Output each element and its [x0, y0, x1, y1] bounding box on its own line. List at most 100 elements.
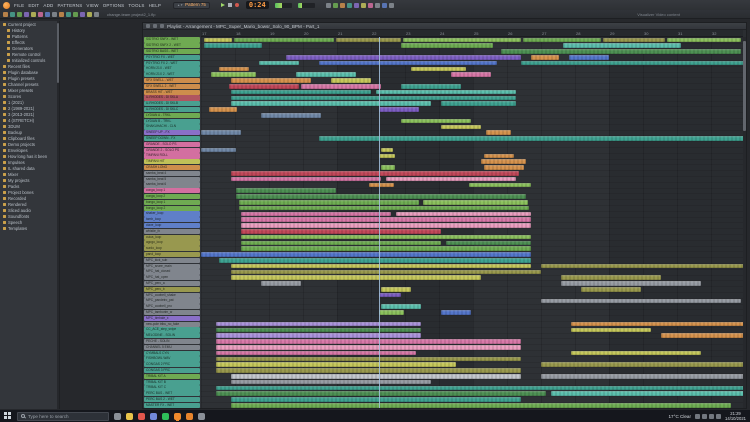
- playlist-clip[interactable]: [259, 61, 299, 66]
- track-header[interactable]: BRASS HIT - WET: [144, 90, 200, 95]
- playlist-clip[interactable]: [541, 264, 743, 269]
- playlist-clip[interactable]: [319, 136, 743, 141]
- track-header[interactable]: HORN 21X - WET: [144, 66, 200, 71]
- track-header[interactable]: SIDTRIO SNFX - WET: [144, 37, 200, 42]
- playlist-clip[interactable]: [369, 183, 394, 188]
- channel-rack-icon[interactable]: [333, 3, 338, 8]
- playlist-clip[interactable]: [216, 339, 521, 344]
- menu-edit[interactable]: EDIT: [27, 3, 40, 8]
- playlist-clip[interactable]: [379, 107, 419, 112]
- playlist-clip[interactable]: [441, 125, 481, 130]
- mixer-icon[interactable]: [326, 3, 331, 8]
- playlist-clip[interactable]: [441, 310, 471, 315]
- track-header[interactable]: whistle_fx: [144, 229, 200, 234]
- record-arm-icon[interactable]: [80, 12, 85, 17]
- track-header[interactable]: MPC_pandeiro_pat: [144, 298, 200, 303]
- playlist-clip[interactable]: [581, 287, 641, 292]
- playlist-clip[interactable]: [381, 304, 421, 309]
- playlist-clip[interactable]: [231, 90, 371, 95]
- playlist-menu-icon[interactable]: [146, 24, 150, 28]
- playlist-clip[interactable]: [563, 43, 681, 48]
- playlist-titlebar[interactable]: Playlist - Arrangement - MPC_Super_Mario…: [143, 23, 746, 30]
- playlist-clip[interactable]: [209, 107, 237, 112]
- playlist-clip[interactable]: [231, 101, 431, 106]
- track-header[interactable]: U-RHODES - DI SKLA: [144, 95, 200, 100]
- track-header[interactable]: LYDIAN B - TRKL: [144, 119, 200, 124]
- menu-options[interactable]: OPTIONS: [102, 3, 126, 8]
- playlist-clip[interactable]: [231, 177, 381, 182]
- track-header[interactable]: MPC_timbale_x: [144, 316, 200, 321]
- track-header[interactable]: conga_loop 1: [144, 188, 200, 193]
- playlist-clip[interactable]: [216, 391, 546, 396]
- file-explorer-icon[interactable]: [126, 413, 133, 420]
- track-header[interactable]: PERC BUS - WET: [144, 391, 200, 396]
- playlist-scrollbar[interactable]: [743, 37, 746, 408]
- playlist-clip[interactable]: [523, 38, 601, 43]
- track-header[interactable]: SFX SWELL 2 - WET: [144, 84, 200, 89]
- track-header[interactable]: bongo_loop 1: [144, 200, 200, 205]
- undo-icon[interactable]: [66, 12, 71, 17]
- discord-icon[interactable]: [150, 413, 157, 420]
- notification-icon[interactable]: [716, 414, 721, 419]
- start-button[interactable]: [4, 412, 12, 420]
- playlist-clip[interactable]: [661, 333, 743, 338]
- playlist-clip[interactable]: [301, 84, 381, 89]
- playlist-clip[interactable]: [216, 328, 421, 333]
- taskbar-clock[interactable]: 21:29 14/10/2021: [725, 411, 746, 421]
- playlist-clip[interactable]: [216, 333, 421, 338]
- playlist-clip[interactable]: [401, 84, 461, 89]
- playlist-clip[interactable]: [204, 43, 262, 48]
- track-header[interactable]: HORN 21X 2 - WET: [144, 72, 200, 77]
- track-header[interactable]: GRANDE - SOLO PS: [144, 142, 200, 147]
- playlist-clip[interactable]: [201, 148, 236, 153]
- playlist-clip[interactable]: [423, 200, 528, 205]
- menu-help[interactable]: HELP: [148, 3, 163, 8]
- playback-tool-icon[interactable]: [52, 12, 57, 17]
- track-header[interactable]: MPC_cowbell_shake: [144, 293, 200, 298]
- track-header[interactable]: tamb_loop: [144, 217, 200, 222]
- track-header[interactable]: samba_beat 4: [144, 171, 200, 176]
- playlist-clip[interactable]: [231, 171, 519, 176]
- track-header[interactable]: SIDTRIO BASS - WET: [144, 49, 200, 54]
- task-view-icon[interactable]: [114, 413, 121, 420]
- track-header[interactable]: CYMBALS CYN: [144, 351, 200, 356]
- playlist-clip[interactable]: [219, 67, 249, 72]
- playlist-clip[interactable]: [216, 386, 743, 391]
- playlist-clip[interactable]: [541, 362, 743, 367]
- playlist-clip[interactable]: [603, 38, 665, 43]
- track-header[interactable]: samba_beat 5: [144, 177, 200, 182]
- playlist-clip[interactable]: [381, 165, 395, 170]
- tray-chevron-icon[interactable]: [695, 414, 700, 419]
- playlist-clip[interactable]: [411, 67, 466, 72]
- playlist-icon[interactable]: [340, 3, 345, 8]
- track-header[interactable]: new-pole tribu_no_fake: [144, 322, 200, 327]
- pointer-tool-icon[interactable]: [3, 12, 8, 17]
- playlist-clip[interactable]: [336, 38, 401, 43]
- track-header[interactable]: TRIBAL KIT A: [144, 374, 200, 379]
- snap-magnet-icon[interactable]: [59, 12, 64, 17]
- track-header[interactable]: SWEEP DOWN - FX: [144, 136, 200, 141]
- track-header[interactable]: U-RHODES - DI SKLC: [144, 107, 200, 112]
- zoom-tool-icon[interactable]: [45, 12, 50, 17]
- track-header[interactable]: PECHE - SOLIN: [144, 339, 200, 344]
- play-button[interactable]: [221, 3, 225, 7]
- playlist-clip[interactable]: [541, 374, 743, 379]
- vlc-icon[interactable]: [186, 413, 193, 420]
- spotify-icon[interactable]: [162, 413, 169, 420]
- playlist-clip[interactable]: [396, 212, 531, 217]
- track-header[interactable]: cuica_loop: [144, 235, 200, 240]
- track-header[interactable]: MPC_perc_a: [144, 281, 200, 286]
- record-button[interactable]: [235, 3, 239, 7]
- track-header[interactable]: SFX SWELL - WET: [144, 78, 200, 83]
- track-header[interactable]: CONGAS 2 PRC: [144, 362, 200, 367]
- track-header[interactable]: bongo_loop 2: [144, 206, 200, 211]
- playlist-clip[interactable]: [241, 223, 531, 228]
- playlist-clip[interactable]: [381, 287, 411, 292]
- playlist-clip[interactable]: [331, 78, 371, 83]
- track-header[interactable]: agogo_loop: [144, 240, 200, 245]
- playlist-clip[interactable]: [296, 72, 356, 77]
- menu-add[interactable]: ADD: [42, 3, 54, 8]
- playlist-clip[interactable]: [569, 55, 609, 60]
- pattern-selector[interactable]: ▲▼ Pattern 75: [173, 2, 210, 9]
- browser-scrollbar[interactable]: [57, 21, 59, 409]
